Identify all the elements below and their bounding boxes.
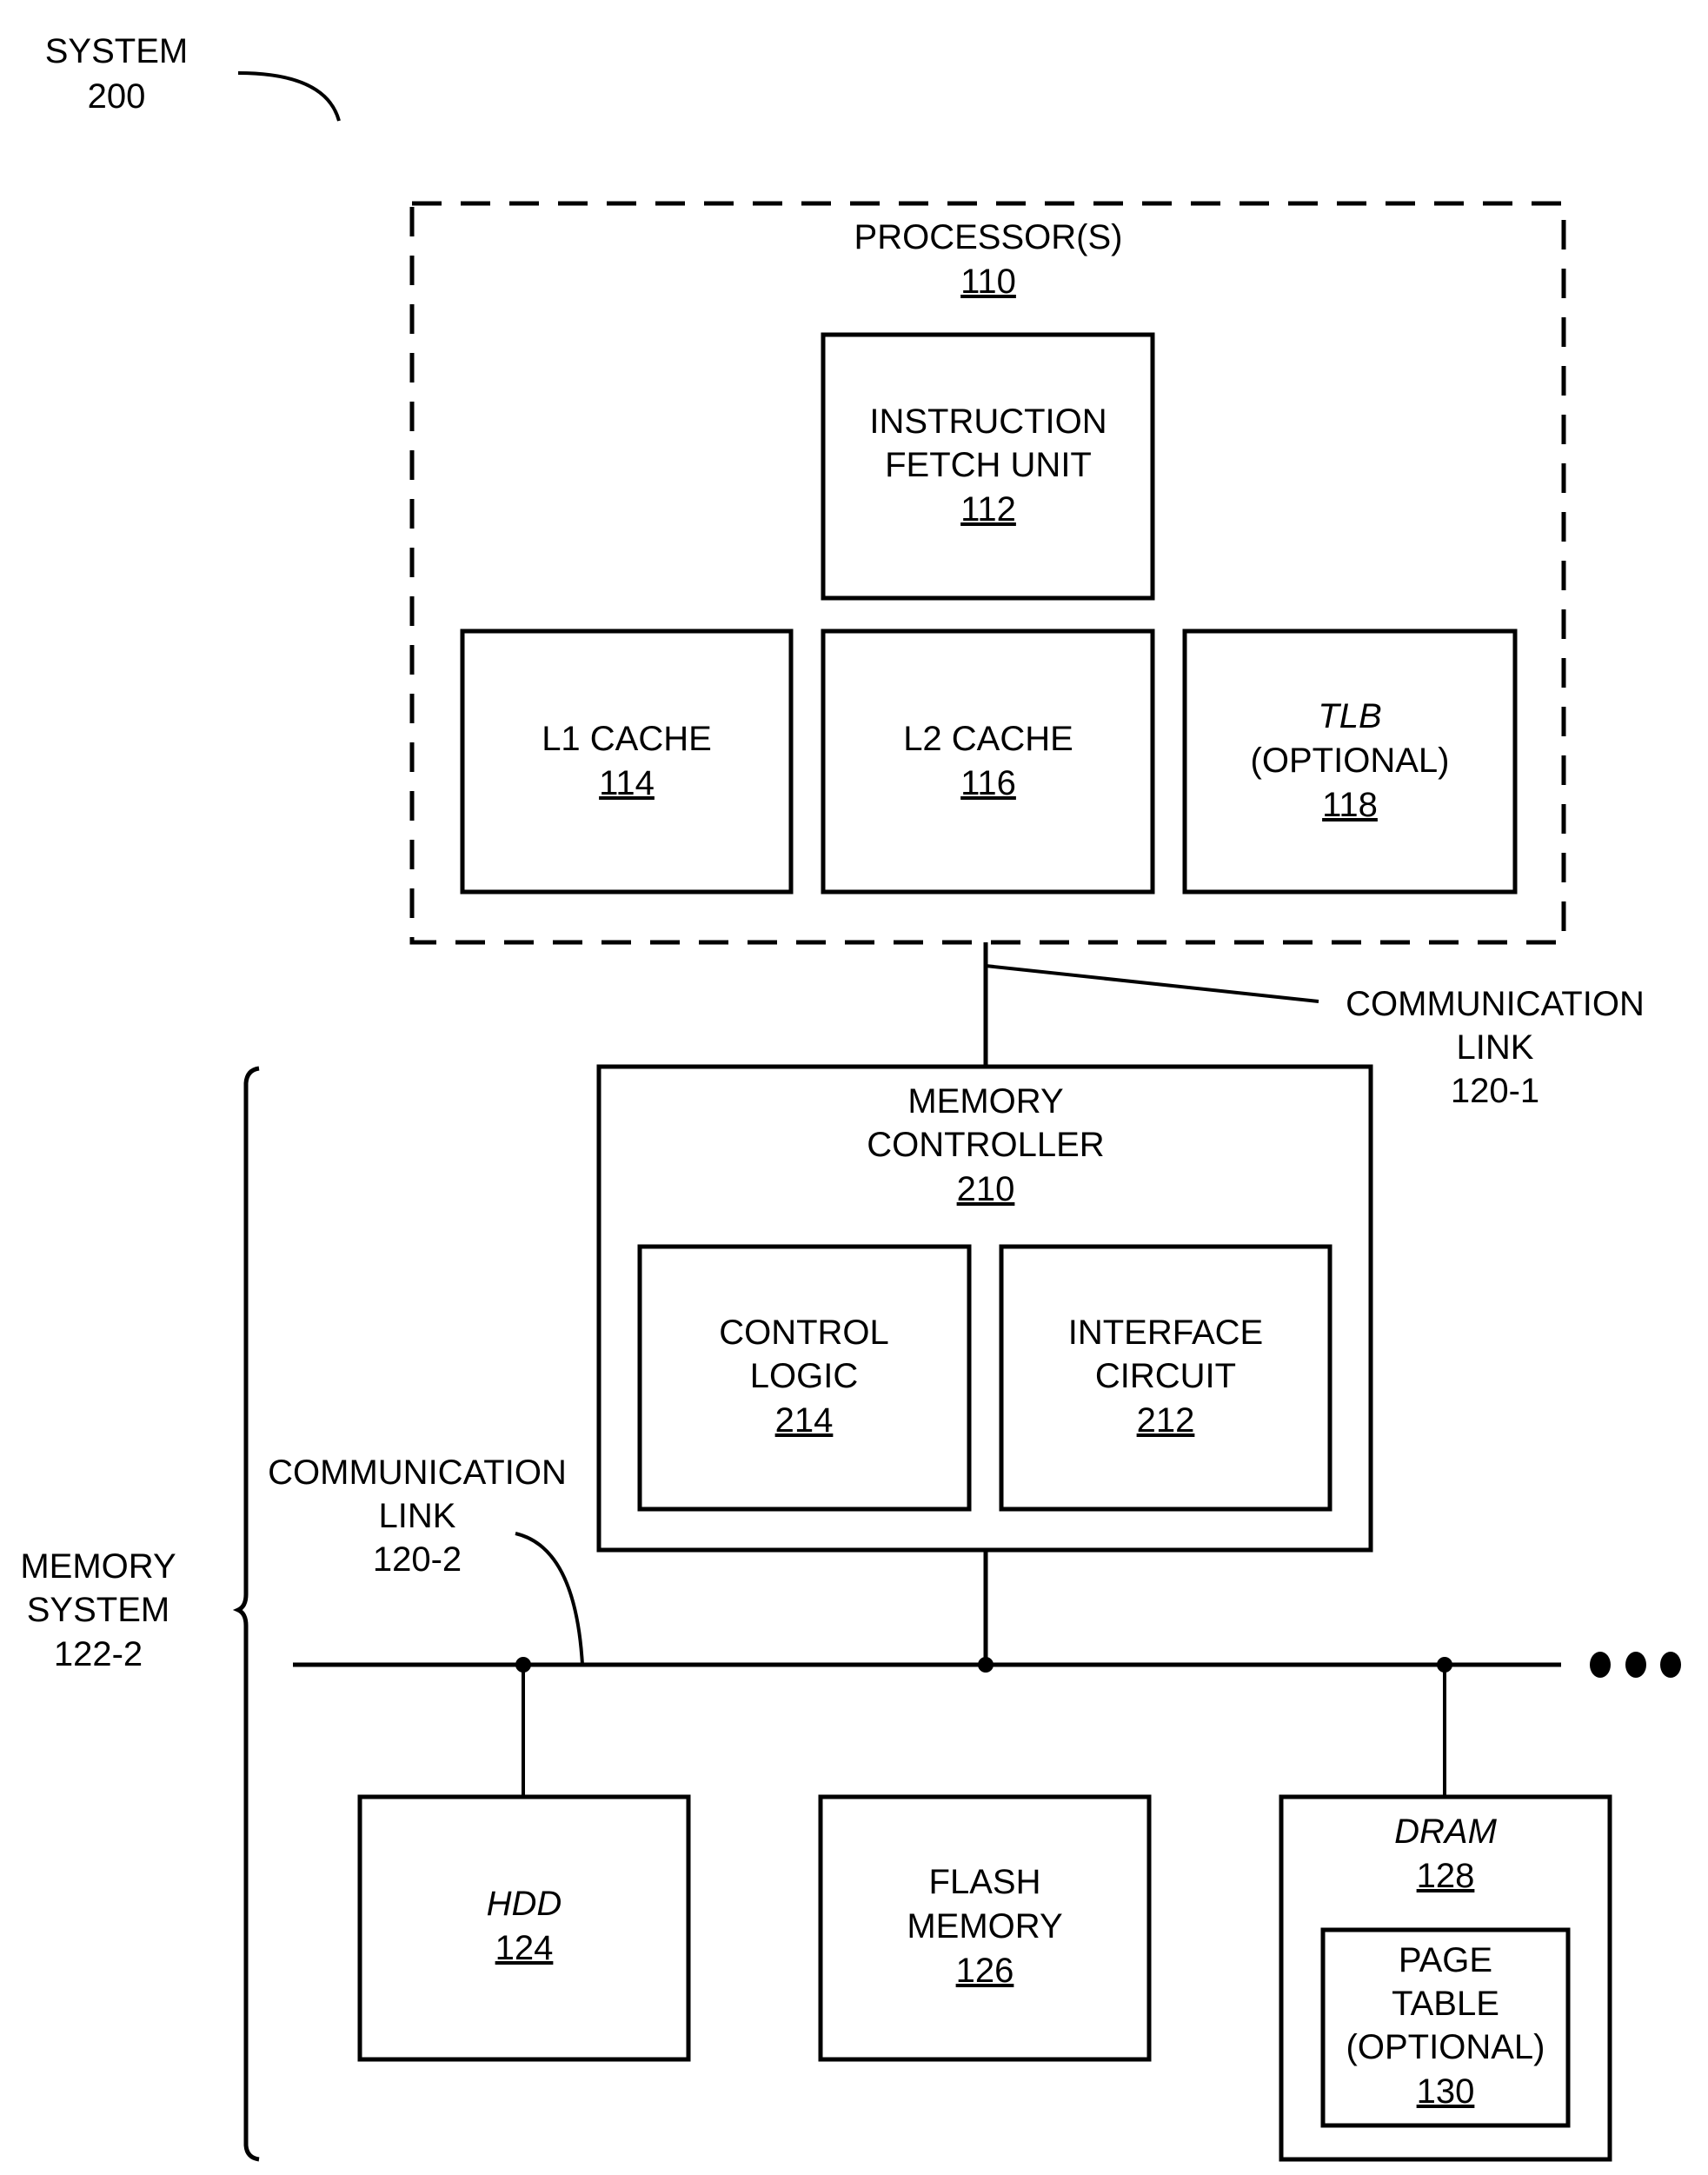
hdd-label: HDD [487,1885,562,1923]
flash-memory: FLASH MEMORY 126 [818,1794,1152,2062]
processor: PROCESSOR(S) 110 INSTRUCTION FETCH UNIT … [409,201,1566,945]
hdd: HDD 124 [357,1794,691,2062]
memory-controller-ref: 210 [957,1170,1015,1208]
l1-cache-ref: 114 [599,764,655,802]
l2-cache: L2 CACHE 116 [821,629,1155,895]
link-1-leader-line [985,964,1319,1003]
control-logic-label-line-2: LOGIC [750,1357,858,1395]
interface-circuit: INTERFACE CIRCUIT 212 [999,1244,1333,1512]
dram: DRAM 128 PAGE TABLE (OPTIONAL) 130 [1279,1794,1612,2162]
l2-cache-label: L2 CACHE [903,720,1073,758]
dram-label: DRAM [1394,1812,1497,1851]
link-2-leader-line [515,1532,584,1666]
page-table-ref: 130 [1417,2072,1475,2111]
control-logic-label-line-1: CONTROL [719,1314,889,1352]
link-2-label-line-2: LINK [379,1497,456,1535]
memory-system-label-line-1: MEMORY [20,1547,176,1586]
system-diagram: SYSTEM 200 PROCESSOR(S) 110 INSTRUCTION … [20,32,1681,2162]
l2-cache-ref: 116 [960,764,1016,802]
page-table-label-line-2: TABLE [1392,1985,1499,2023]
system-label: SYSTEM 200 [45,32,341,122]
memory-controller-label-line-1: MEMORY [907,1082,1063,1121]
processor-title: PROCESSOR(S) [854,218,1123,256]
hdd-ref: 124 [495,1929,554,1967]
l1-cache-label: L1 CACHE [542,720,712,758]
communication-link-2: COMMUNICATION LINK 120-2 [268,1453,584,1666]
ifu-label-line-2: FETCH UNIT [885,446,1092,484]
system-leader-line [237,71,341,122]
flash-label-line-2: MEMORY [907,1907,1062,1946]
l2-cache-box [821,629,1155,895]
tlb: TLB (OPTIONAL) 118 [1182,629,1518,895]
system-label-name: SYSTEM [45,32,188,70]
interface-circuit-label-line-2: CIRCUIT [1095,1357,1236,1395]
tlb-label: TLB [1318,697,1381,735]
l1-cache-box [460,629,794,895]
memory-system-label-ref: 122-2 [54,1635,143,1673]
flash-label-line-1: FLASH [929,1863,1041,1901]
memory-controller: MEMORY CONTROLLER 210 CONTROL LOGIC 214 … [596,1064,1373,1553]
link-1-label-ref: 120-1 [1451,1072,1539,1110]
control-logic-ref: 214 [775,1401,834,1440]
ifu-ref: 112 [960,490,1016,529]
page-table-label-line-3: (OPTIONAL) [1346,2028,1545,2066]
system-label-ref: 200 [88,77,146,116]
link-1-label-line-1: COMMUNICATION [1346,985,1645,1023]
tlb-ref: 118 [1322,786,1378,824]
page-table: PAGE TABLE (OPTIONAL) 130 [1320,1927,1571,2128]
memory-system-brace [232,1066,260,2162]
flash-ref: 126 [956,1952,1014,1990]
link-1-label-line-2: LINK [1457,1028,1534,1067]
interface-circuit-label-line-1: INTERFACE [1068,1314,1263,1352]
ifu-label-line-1: INSTRUCTION [869,402,1107,441]
interface-circuit-ref: 212 [1137,1401,1195,1440]
link-2-label-line-1: COMMUNICATION [268,1453,567,1492]
bus-junction-controller [978,1657,994,1673]
hdd-box [357,1794,691,2062]
processor-ref: 110 [960,263,1016,301]
memory-system-label-line-2: SYSTEM [27,1591,169,1629]
link-2-label-ref: 120-2 [373,1540,462,1579]
tlb-optional-label: (OPTIONAL) [1251,742,1450,780]
memory-bus [293,1550,1681,1797]
memory-controller-label-line-2: CONTROLLER [867,1126,1104,1164]
control-logic: CONTROL LOGIC 214 [637,1244,972,1512]
l1-cache: L1 CACHE 114 [460,629,794,895]
memory-system: MEMORY SYSTEM 122-2 [20,1066,260,2162]
dram-ref: 128 [1417,1857,1475,1895]
page-table-label-line-1: PAGE [1399,1941,1492,1979]
ellipsis-icon [1590,1652,1681,1678]
instruction-fetch-unit: INSTRUCTION FETCH UNIT 112 [821,332,1155,601]
